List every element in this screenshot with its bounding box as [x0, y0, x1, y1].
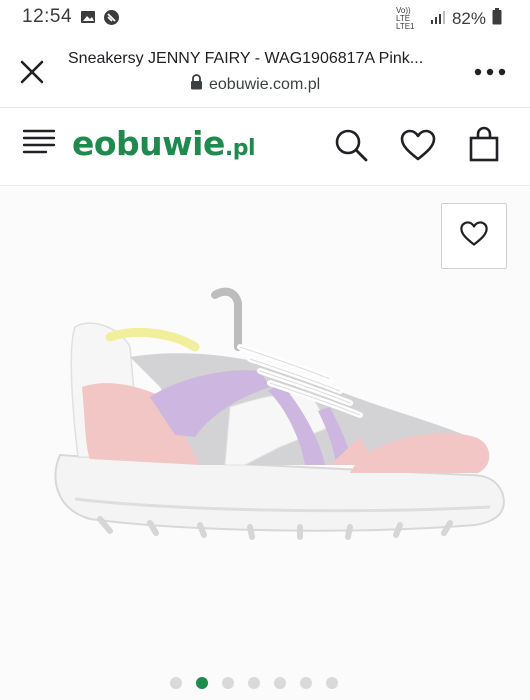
heart-icon: [459, 220, 489, 252]
menu-icon[interactable]: [22, 127, 56, 157]
gallery-dot[interactable]: [326, 677, 338, 689]
network-label: Vo)) LTE LTE1: [396, 7, 424, 31]
battery-percent: 82%: [451, 9, 486, 28]
gallery-dot[interactable]: [222, 677, 234, 689]
gallery-dot[interactable]: [300, 677, 312, 689]
gallery-pagination: [170, 677, 338, 689]
do-not-disturb-icon: [103, 9, 120, 31]
browser-toolbar: Sneakersy JENNY FAIRY - WAG1906817A Pink…: [0, 36, 530, 108]
gallery-dot-active[interactable]: [196, 677, 208, 689]
shopping-bag-icon[interactable]: [466, 126, 502, 164]
gallery-dot[interactable]: [248, 677, 260, 689]
signal-icon: [430, 10, 446, 29]
status-time: 12:54: [22, 6, 73, 27]
page-title: Sneakersy JENNY FAIRY - WAG1906817A Pink…: [68, 50, 424, 67]
search-icon[interactable]: [333, 127, 369, 163]
url-text: eobuwie.com.pl: [209, 75, 321, 93]
site-header: eobuwie.pl: [0, 108, 530, 186]
product-gallery[interactable]: [0, 187, 530, 700]
wishlist-heart-icon[interactable]: [399, 128, 437, 162]
close-tab-icon[interactable]: [18, 58, 46, 86]
more-options-icon[interactable]: [472, 62, 508, 82]
network-label-top: Vo)) LTE: [395, 6, 411, 23]
add-to-favorites-button[interactable]: [441, 203, 507, 269]
battery-icon: [492, 8, 502, 30]
gallery-dot[interactable]: [170, 677, 182, 689]
gallery-dot[interactable]: [274, 677, 286, 689]
status-right-group: Vo)) LTE LTE1 82%: [396, 7, 502, 31]
status-bar: 12:54 Vo)) LTE LTE1 82%: [0, 0, 530, 36]
site-logo[interactable]: eobuwie.pl: [72, 124, 256, 163]
product-image-sneaker: [30, 287, 510, 547]
lock-icon: [190, 74, 203, 95]
gallery-notification-icon: [80, 9, 96, 30]
logo-tld: .pl: [224, 136, 256, 161]
logo-main: eobuwie: [72, 124, 225, 163]
network-label-bottom: LTE1: [395, 22, 415, 31]
url-display[interactable]: eobuwie.com.pl: [190, 74, 320, 95]
